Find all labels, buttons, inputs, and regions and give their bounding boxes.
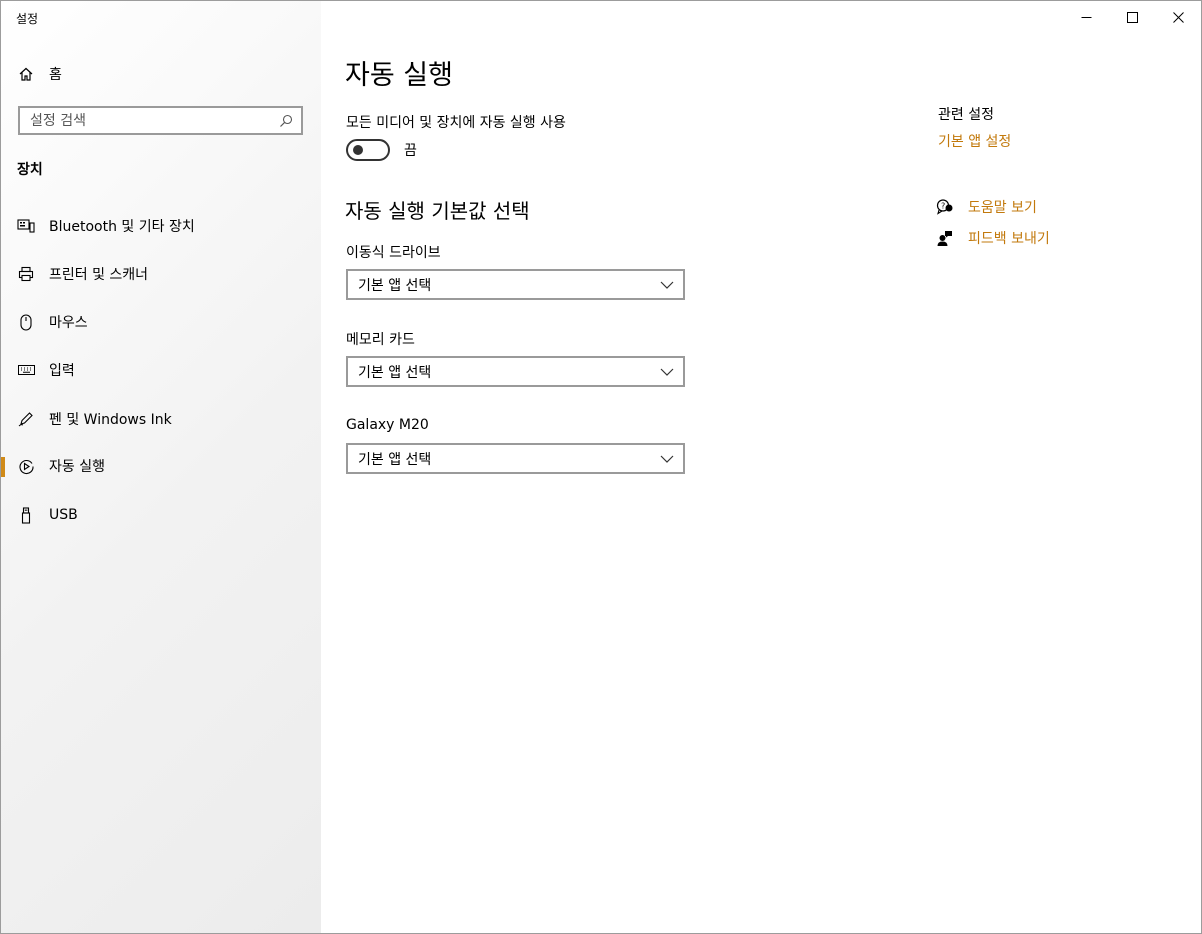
chevron-down-icon: [659, 451, 675, 467]
defaults-section-title: 자동 실행 기본값 선택: [345, 199, 530, 223]
dropdown-value: 기본 앱 선택: [358, 277, 432, 294]
settings-window: 설정 홈 장치 Bluetooth 및 기타 장치 프린터 및 스캐너: [0, 0, 1202, 934]
sidebar-item-label: 마우스: [49, 315, 88, 331]
autoplay-toggle-label: 모든 미디어 및 장치에 자동 실행 사용: [346, 115, 566, 131]
sidebar-item-printers[interactable]: 프린터 및 스캐너: [1, 252, 321, 296]
feedback-label: 피드백 보내기: [968, 231, 1050, 247]
chevron-down-icon: [659, 364, 675, 380]
autoplay-icon: [17, 457, 35, 475]
autoplay-toggle-row: 끔: [346, 139, 417, 161]
selection-indicator: [1, 457, 5, 477]
sidebar-item-label: USB: [49, 507, 78, 523]
sidebar-item-typing[interactable]: 입력: [1, 348, 321, 392]
bluetooth-devices-icon: [17, 217, 35, 235]
get-help-link[interactable]: ? 도움말 보기: [936, 197, 1037, 217]
related-settings-title: 관련 설정: [938, 107, 994, 123]
help-chat-icon: ?: [936, 198, 954, 216]
default-apps-link[interactable]: 기본 앱 설정: [938, 131, 1011, 151]
sidebar-item-bluetooth[interactable]: Bluetooth 및 기타 장치: [1, 204, 321, 248]
toggle-state-text: 끔: [404, 143, 417, 159]
search-input[interactable]: [20, 111, 275, 130]
sidebar-item-label: 펜 및 Windows Ink: [49, 412, 172, 428]
mouse-icon: [17, 313, 35, 331]
main-content: 자동 실행 모든 미디어 및 장치에 자동 실행 사용 끔 자동 실행 기본값 …: [321, 1, 1201, 933]
dropdown-value: 기본 앱 선택: [358, 451, 432, 468]
sidebar-item-label: 입력: [49, 363, 75, 379]
search-box[interactable]: [18, 106, 303, 135]
galaxy-device-dropdown[interactable]: 기본 앱 선택: [346, 443, 685, 474]
removable-drive-dropdown[interactable]: 기본 앱 선택: [346, 269, 685, 300]
svg-text:?: ?: [941, 202, 945, 211]
sidebar-item-usb[interactable]: USB: [1, 493, 321, 537]
app-title: 설정: [16, 12, 39, 26]
sidebar-item-label: Bluetooth 및 기타 장치: [49, 219, 195, 235]
home-label: 홈: [49, 67, 62, 83]
search-icon[interactable]: [275, 110, 297, 132]
galaxy-device-label: Galaxy M20: [346, 417, 429, 433]
help-label: 도움말 보기: [968, 200, 1037, 216]
send-feedback-link[interactable]: 피드백 보내기: [936, 228, 1050, 248]
feedback-icon: [936, 229, 954, 247]
printer-icon: [17, 265, 35, 283]
keyboard-icon: [17, 361, 35, 379]
home-icon: [17, 65, 35, 83]
chevron-down-icon: [659, 277, 675, 293]
autoplay-toggle[interactable]: [346, 139, 390, 161]
dropdown-value: 기본 앱 선택: [358, 364, 432, 381]
sidebar-item-label: 프린터 및 스캐너: [49, 267, 149, 283]
usb-icon: [17, 506, 35, 524]
home-nav-item[interactable]: 홈: [17, 61, 297, 87]
section-title: 장치: [17, 162, 43, 178]
removable-drive-label: 이동식 드라이브: [346, 245, 441, 261]
sidebar-item-mouse[interactable]: 마우스: [1, 300, 321, 344]
memory-card-dropdown[interactable]: 기본 앱 선택: [346, 356, 685, 387]
page-title: 자동 실행: [345, 60, 453, 91]
sidebar-item-pen[interactable]: 펜 및 Windows Ink: [1, 397, 321, 441]
sidebar: 설정 홈 장치 Bluetooth 및 기타 장치 프린터 및 스캐너: [1, 1, 321, 933]
pen-icon: [17, 410, 35, 428]
sidebar-item-autoplay[interactable]: 자동 실행: [1, 444, 321, 488]
toggle-knob: [353, 145, 363, 155]
sidebar-item-label: 자동 실행: [49, 459, 105, 475]
memory-card-label: 메모리 카드: [346, 332, 415, 348]
